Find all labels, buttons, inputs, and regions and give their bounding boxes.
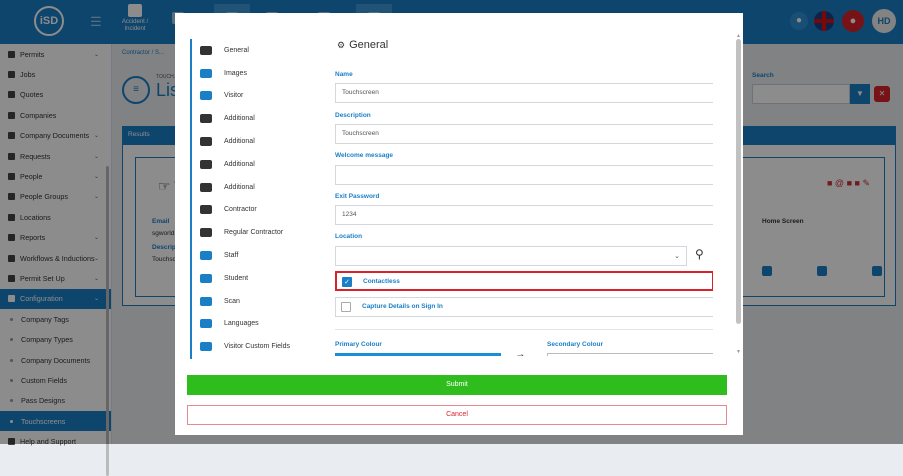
walking-icon — [200, 114, 212, 124]
tab-label: Languages — [224, 320, 259, 328]
capture-details-row[interactable]: Capture Details on Sign In — [335, 297, 713, 317]
contactless-row[interactable]: ✓ Contactless — [335, 271, 713, 291]
tab-label: Contractor — [224, 206, 257, 214]
tab-label: Additional — [224, 160, 255, 168]
welcome-message-input[interactable] — [335, 165, 713, 185]
tab-additional[interactable]: Additional — [192, 130, 312, 153]
tab-label: Images — [224, 69, 247, 77]
tab-additional[interactable]: Additional — [192, 176, 312, 199]
tab-label: Additional — [224, 138, 255, 146]
tab-visitor-custom-fields[interactable]: Visitor Custom Fields — [192, 335, 312, 358]
image-icon — [200, 68, 212, 78]
general-section: ⚙ General Name Touchscreen Description To… — [335, 13, 713, 356]
exit-password-input[interactable]: 1234 — [335, 205, 713, 225]
modal-scrollbar[interactable]: ▲ ▼ — [736, 33, 741, 355]
qrcode-icon — [200, 296, 212, 306]
chevron-down-icon: ⌄ — [674, 253, 680, 260]
section-title: ⚙ General — [337, 39, 388, 51]
location-search-icon[interactable]: ⚲ — [695, 247, 704, 261]
tab-label: Additional — [224, 183, 255, 191]
tab-label: Visitor — [224, 92, 244, 100]
tab-label: Additional — [224, 115, 255, 123]
cogs-icon — [200, 45, 212, 55]
section-title-text: General — [349, 39, 389, 51]
location-select[interactable]: ⌄ — [335, 246, 687, 266]
tab-student[interactable]: Student — [192, 267, 312, 290]
list-icon — [200, 342, 212, 352]
contactless-label: Contactless — [363, 278, 400, 285]
exit-password-label: Exit Password — [335, 193, 380, 200]
capture-details-label: Capture Details on Sign In — [362, 303, 443, 310]
name-input[interactable]: Touchscreen — [335, 83, 713, 103]
tab-visitor[interactable]: Visitor — [192, 85, 312, 108]
walking-icon — [200, 137, 212, 147]
tab-label: General — [224, 46, 249, 54]
flag-icon — [200, 319, 212, 329]
tab-additional[interactable]: Additional — [192, 107, 312, 130]
location-label: Location — [335, 233, 363, 240]
tab-general[interactable]: General — [192, 39, 312, 62]
walking-icon — [200, 159, 212, 169]
cogs-icon: ⚙ — [337, 40, 346, 50]
tab-contractor[interactable]: Contractor — [192, 199, 312, 222]
tab-label: Staff — [224, 252, 239, 260]
tab-label: Scan — [224, 297, 240, 305]
user-cog-icon — [200, 228, 212, 238]
submit-button[interactable]: Submit — [187, 375, 727, 395]
modal-tabs: General Images Visitor Additional Additional… — [190, 39, 312, 359]
swap-arrow-icon[interactable]: ⇄ — [517, 352, 524, 356]
hard-hat-icon — [200, 205, 212, 215]
scrollbar-thumb[interactable] — [736, 39, 741, 324]
capture-details-checkbox[interactable] — [341, 302, 351, 312]
tab-images[interactable]: Images — [192, 62, 312, 85]
welcome-message-label: Welcome message — [335, 152, 394, 159]
tab-scan[interactable]: Scan — [192, 290, 312, 313]
primary-colour-picker[interactable] — [335, 353, 501, 356]
tab-staff[interactable]: Staff — [192, 244, 312, 267]
section-divider — [335, 329, 713, 330]
description-label: Description — [335, 112, 371, 119]
tab-label: Regular Contractor — [224, 229, 284, 237]
user-icon — [200, 251, 212, 261]
tab-languages[interactable]: Languages — [192, 313, 312, 336]
tab-label: Student — [224, 274, 249, 282]
scroll-down-icon[interactable]: ▼ — [736, 349, 741, 355]
graduation-icon — [200, 273, 212, 283]
touchscreen-edit-modal: General Images Visitor Additional Additional… — [175, 13, 743, 435]
name-label: Name — [335, 71, 353, 78]
contactless-checkbox[interactable]: ✓ — [342, 277, 352, 287]
primary-colour-label: Primary Colour — [335, 341, 382, 348]
walking-icon — [200, 182, 212, 192]
cancel-button[interactable]: Cancel — [187, 405, 727, 425]
tab-label: Visitor Custom Fields — [224, 343, 291, 351]
secondary-colour-label: Secondary Colour — [547, 341, 603, 348]
tab-regular-contractor[interactable]: Regular Contractor — [192, 221, 312, 244]
walking-icon — [200, 91, 212, 101]
secondary-colour-picker[interactable] — [547, 353, 713, 356]
description-input[interactable]: Touchscreen — [335, 124, 713, 144]
tab-additional[interactable]: Additional — [192, 153, 312, 176]
